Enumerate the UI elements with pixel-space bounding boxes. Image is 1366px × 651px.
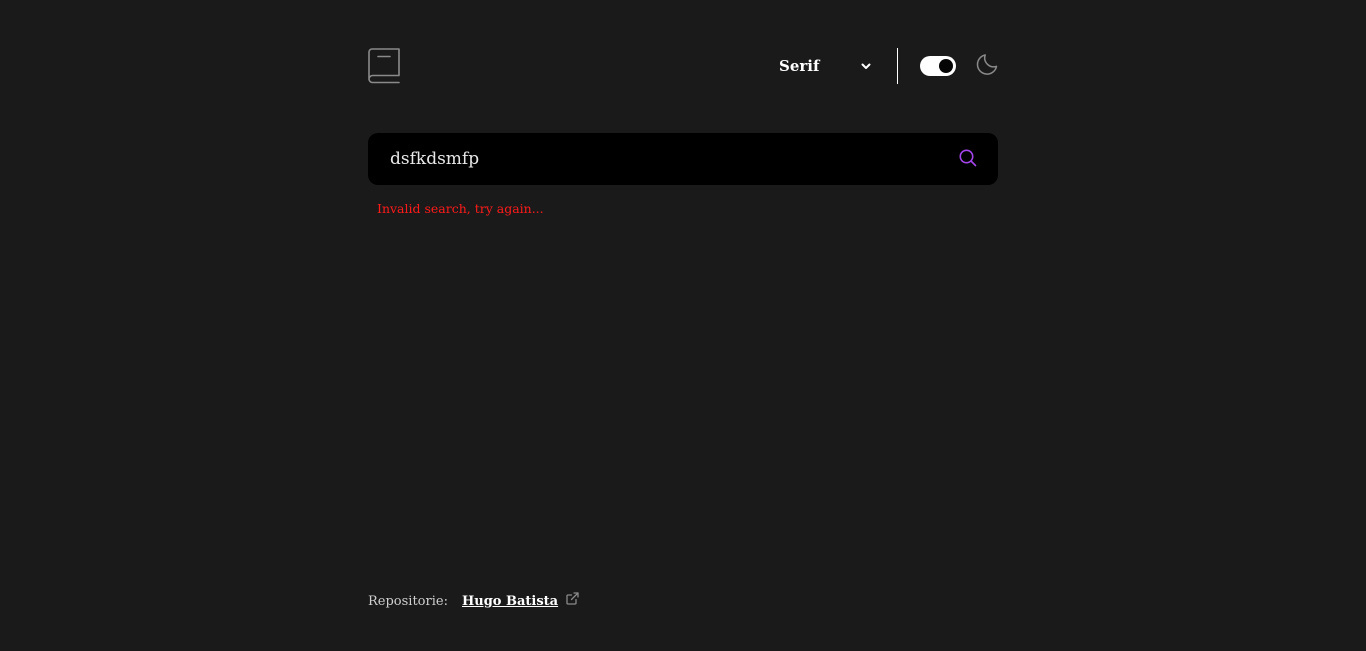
font-select[interactable]: Serif <box>779 57 873 75</box>
search-icon[interactable] <box>959 149 977 167</box>
footer-label: Repositorie: <box>368 594 448 609</box>
header: Serif <box>368 48 998 84</box>
theme-toggle[interactable] <box>920 56 956 76</box>
chevron-down-icon <box>861 63 871 69</box>
search-box <box>368 133 998 185</box>
error-message: Invalid search, try again... <box>377 201 544 216</box>
external-link-icon[interactable] <box>566 592 579 605</box>
footer: Repositorie: Hugo Batista <box>368 592 579 609</box>
moon-icon <box>976 54 998 75</box>
search-input[interactable] <box>390 133 950 185</box>
font-select-value: Serif <box>779 57 820 75</box>
repository-link[interactable]: Hugo Batista <box>462 594 558 609</box>
toggle-knob <box>939 59 953 73</box>
header-controls: Serif <box>779 48 998 84</box>
app-container: Serif Invalid search, try again... Repos… <box>368 0 998 651</box>
book-icon[interactable] <box>368 48 400 84</box>
header-divider <box>897 48 898 84</box>
